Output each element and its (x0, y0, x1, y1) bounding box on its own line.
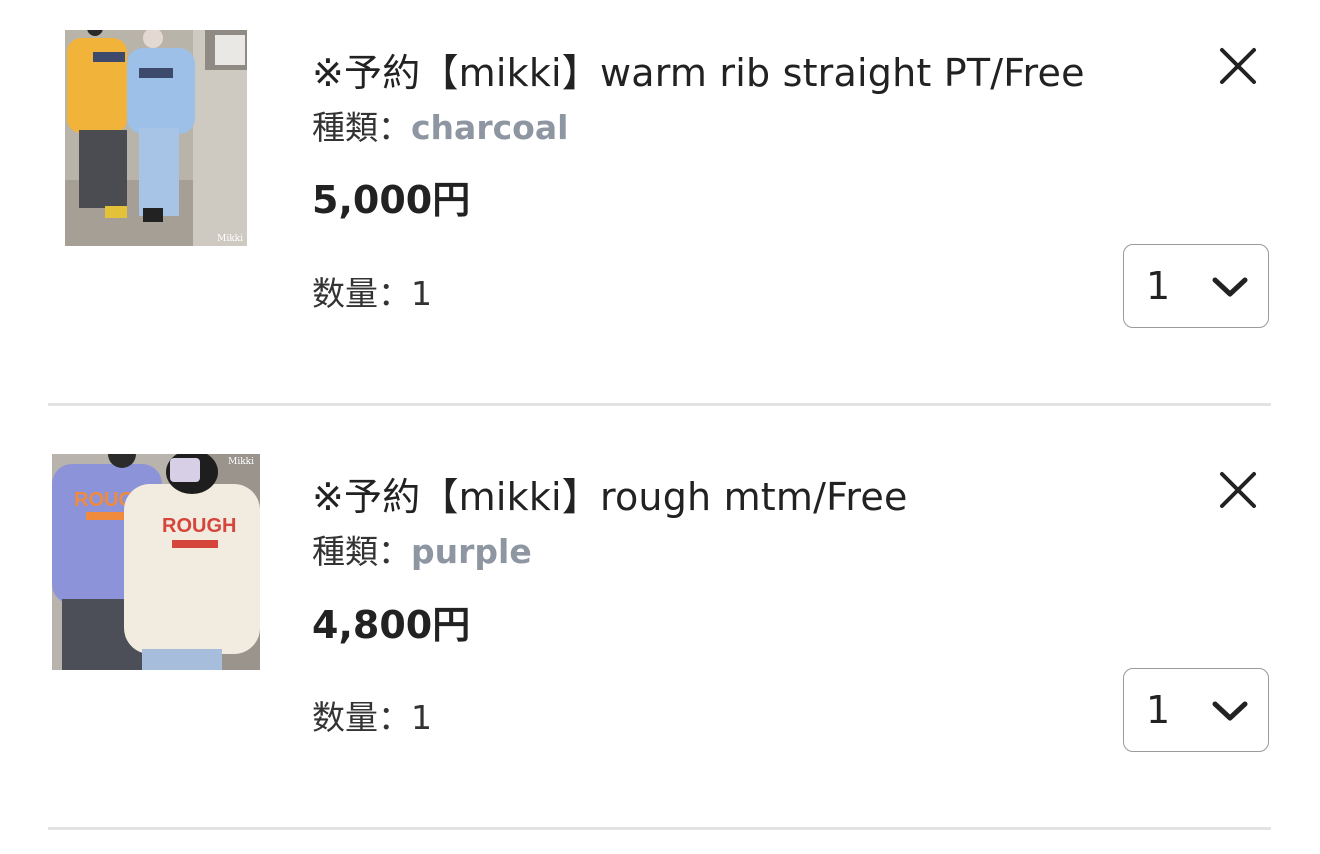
variant-label: 種類： (312, 532, 411, 571)
quantity-select-value: 1 (1146, 688, 1171, 732)
cart-item: ROUGH ROUGH Mikki ※予約【mikki】rough mtm/Fr… (0, 0, 1320, 854)
image-watermark: Mikki (228, 457, 254, 467)
chevron-down-icon (1212, 701, 1248, 721)
product-image[interactable]: ROUGH ROUGH Mikki (52, 454, 260, 670)
quantity-select[interactable]: 1 (1123, 668, 1269, 752)
quantity-label: 数量：1 (312, 698, 432, 737)
remove-item-button[interactable] (1214, 466, 1262, 514)
close-icon (1220, 472, 1256, 508)
product-title[interactable]: ※予約【mikki】rough mtm/Free (312, 466, 908, 521)
variant-value: purple (411, 532, 532, 571)
product-price: 4,800円 (312, 603, 471, 647)
product-photo: ROUGH ROUGH (52, 454, 260, 670)
svg-text:ROUGH: ROUGH (162, 515, 236, 537)
product-variant: 種類：purple (312, 525, 532, 573)
divider (48, 827, 1271, 830)
